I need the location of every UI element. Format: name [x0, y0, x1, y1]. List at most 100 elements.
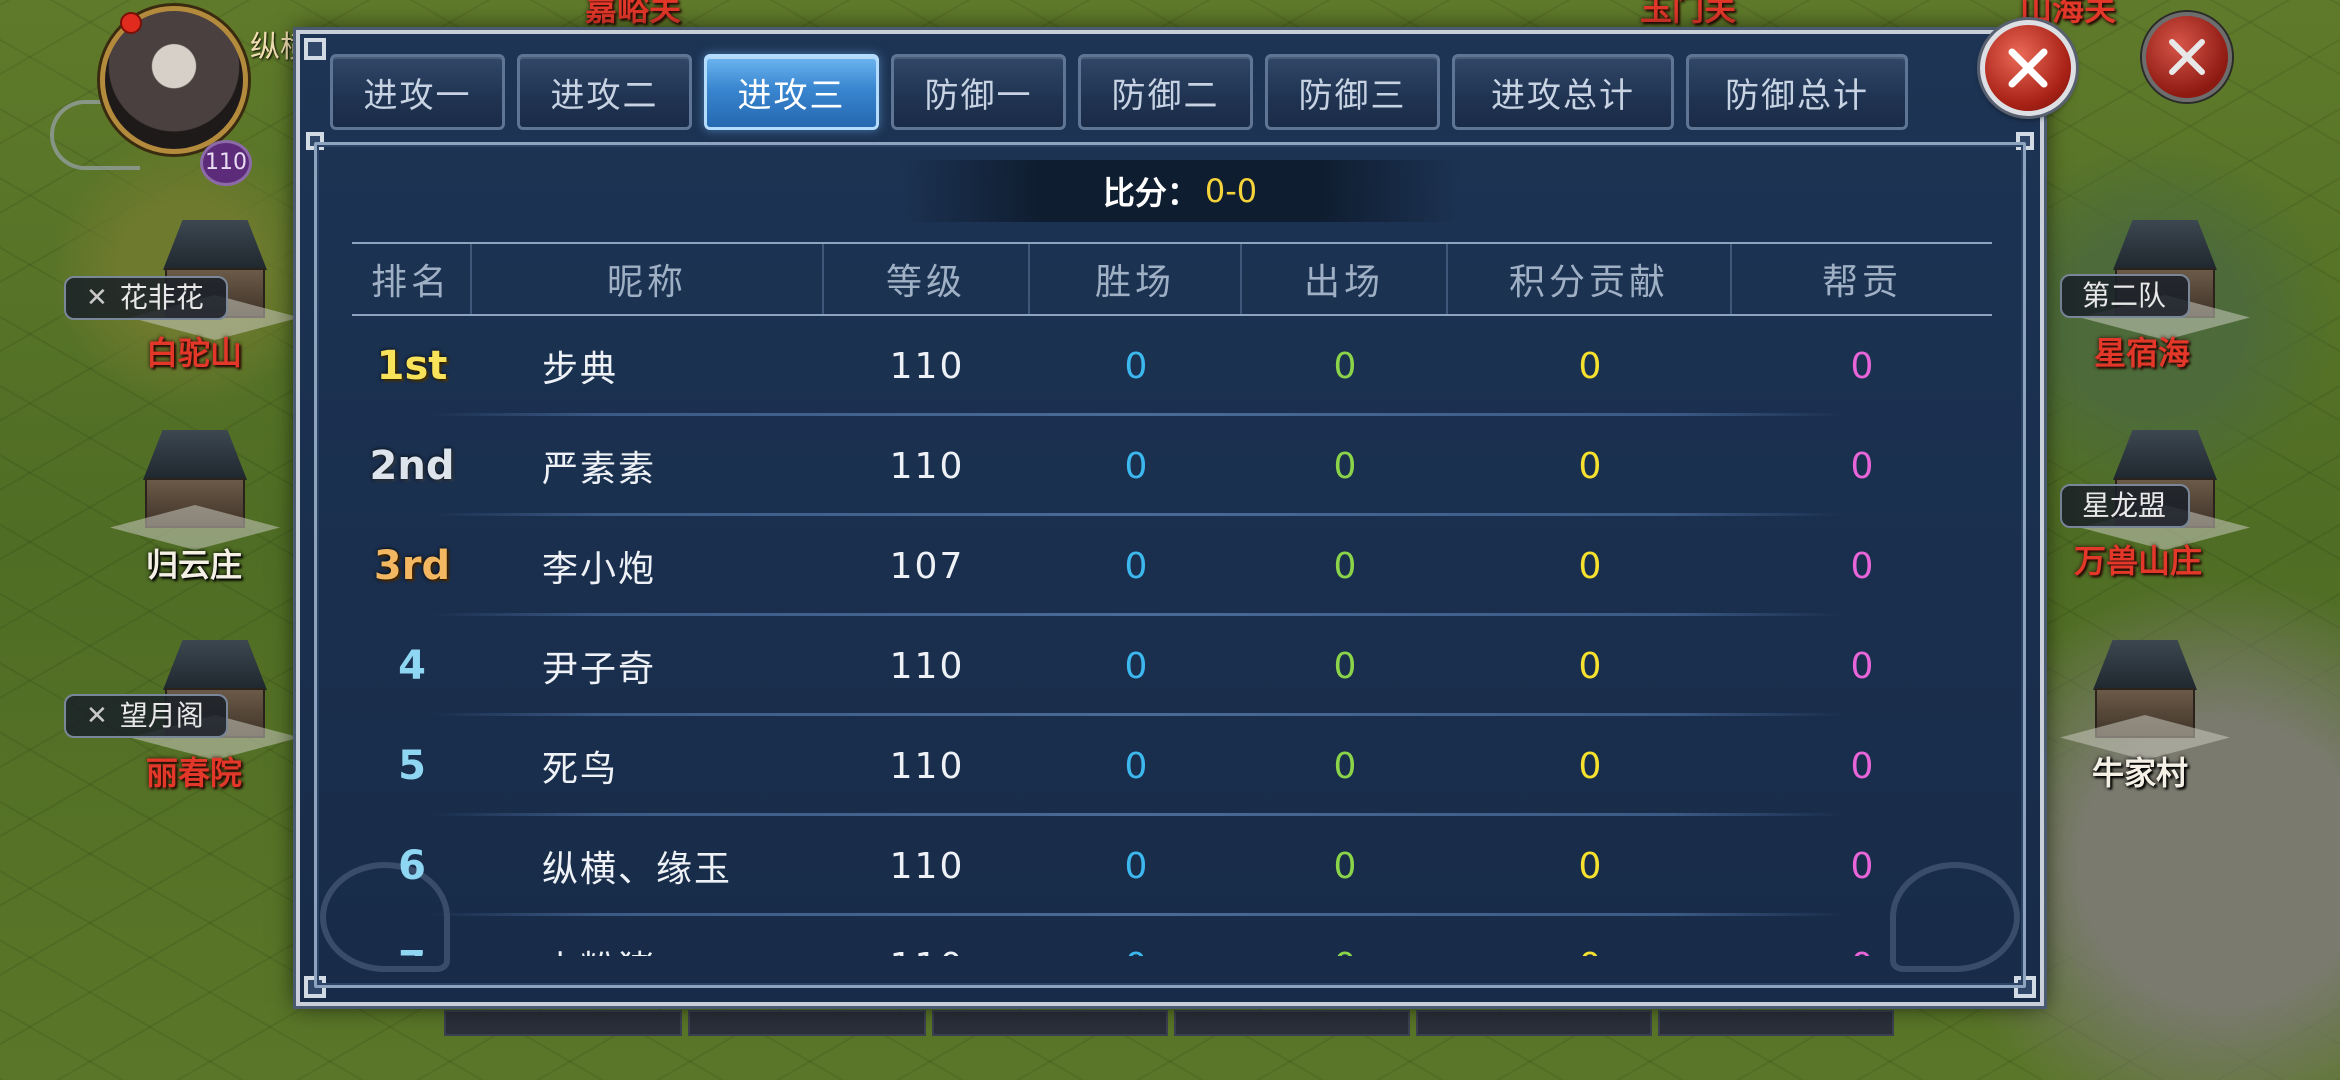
- table-row[interactable]: 5 死鸟 110 0 0 0 0: [352, 716, 1992, 816]
- header-rank: 排名: [352, 244, 472, 314]
- wins-cell: 0: [1124, 345, 1148, 387]
- gang-contribution-cell: 0: [1850, 545, 1874, 587]
- level-cell: 110: [889, 845, 965, 887]
- map-city-label[interactable]: 星宿海: [2094, 328, 2190, 374]
- appearances-cell: 0: [1333, 345, 1357, 387]
- table-header: 排名 昵称 等级 胜场 出场 积分贡献 帮贡: [352, 242, 1992, 316]
- level-cell: 110: [889, 345, 965, 387]
- close-button[interactable]: [1980, 20, 2076, 116]
- nickname-cell: 尹子奇: [542, 649, 657, 690]
- table-row[interactable]: 4 尹子奇 110 0 0 0 0: [352, 616, 1992, 716]
- level-cell: 107: [889, 545, 965, 587]
- points-cell: 0: [1578, 745, 1602, 787]
- appearances-cell: 0: [1333, 445, 1357, 487]
- map-city-label[interactable]: 白驼山: [146, 328, 242, 374]
- close-button-background[interactable]: [2142, 12, 2232, 102]
- rank-cell: 3rd: [373, 543, 451, 589]
- gang-contribution-cell: 0: [1850, 645, 1874, 687]
- tab-attack-3[interactable]: 进攻三: [704, 54, 879, 130]
- appearances-cell: 0: [1333, 545, 1357, 587]
- points-cell: 0: [1578, 645, 1602, 687]
- nickname-cell: 严素素: [542, 449, 657, 490]
- header-points: 积分贡献: [1448, 244, 1732, 314]
- rank-cell: 5: [398, 743, 426, 789]
- points-cell: 0: [1578, 845, 1602, 887]
- table-row[interactable]: 3rd 李小炮 107 0 0 0 0: [352, 516, 1992, 616]
- map-building[interactable]: [110, 420, 280, 550]
- wins-cell: 0: [1030, 946, 1242, 957]
- table-row[interactable]: 7 小粉猪 110 0 0 0 0: [352, 916, 1992, 956]
- dock-slot: [1174, 1010, 1410, 1036]
- map-city-label[interactable]: 玉门关: [1640, 0, 1736, 30]
- wins-cell: 0: [1124, 645, 1148, 687]
- dock-slot: [688, 1010, 926, 1036]
- crossed-swords-icon: ✕: [86, 701, 108, 731]
- map-city-label[interactable]: 归云庄: [146, 540, 242, 586]
- wins-cell: 0: [1124, 545, 1148, 587]
- points-cell: 0: [1578, 545, 1602, 587]
- score-display: 比分： 0-0: [900, 160, 1460, 222]
- rank-cell: 1st: [376, 343, 448, 389]
- nickname-cell: 死鸟: [542, 749, 619, 790]
- header-wins: 胜场: [1030, 244, 1242, 314]
- level-cell: 110: [889, 745, 965, 787]
- header-level: 等级: [824, 244, 1030, 314]
- tab-attack-1[interactable]: 进攻一: [330, 54, 505, 130]
- rank-cell: 7: [398, 943, 426, 956]
- gang-contribution-cell: 0: [1850, 845, 1874, 887]
- gang-contribution-cell: 0: [1850, 445, 1874, 487]
- nickname-cell: 李小炮: [542, 549, 657, 590]
- guild-name: 望月阁: [119, 699, 204, 732]
- ranking-table: 排名 昵称 等级 胜场 出场 积分贡献 帮贡 1st 步典 110 0 0 0 …: [352, 242, 1992, 956]
- nickname-cell: 小粉猪: [472, 940, 824, 956]
- map-city-label[interactable]: 丽春院: [146, 748, 242, 794]
- map-city-label[interactable]: 万兽山庄: [2074, 536, 2202, 582]
- dock-slot: [932, 1010, 1168, 1036]
- rank-cell: 6: [398, 843, 426, 889]
- gang-contribution-cell: 0: [1850, 745, 1874, 787]
- tab-attack-total[interactable]: 进攻总计: [1452, 54, 1674, 130]
- table-row[interactable]: 1st 步典 110 0 0 0 0: [352, 316, 1992, 416]
- appearances-cell: 0: [1333, 745, 1357, 787]
- rank-cell: 4: [398, 643, 426, 689]
- level-cell: 110: [889, 645, 965, 687]
- dock-slot: [1416, 1010, 1652, 1036]
- nickname-cell: 步典: [542, 349, 619, 390]
- map-guild-tag[interactable]: 星龙盟: [2060, 484, 2191, 528]
- tab-defense-total[interactable]: 防御总计: [1686, 54, 1908, 130]
- notification-dot: [120, 12, 142, 34]
- map-guild-tag[interactable]: ✕ 望月阁: [64, 694, 228, 738]
- map-city-label[interactable]: 牛家村: [2092, 748, 2188, 794]
- map-guild-tag[interactable]: ✕ 花非花: [64, 276, 228, 320]
- header-appearances: 出场: [1242, 244, 1448, 314]
- table-row[interactable]: 6 纵横、缘玉 110 0 0 0 0: [352, 816, 1992, 916]
- tab-bar: 进攻一 进攻二 进攻三 防御一 防御二 防御三 进攻总计 防御总计: [330, 54, 1908, 130]
- wins-cell: 0: [1124, 845, 1148, 887]
- map-building[interactable]: [2060, 630, 2230, 760]
- crossed-swords-icon: ✕: [86, 283, 108, 313]
- score-value: 0-0: [1204, 172, 1258, 210]
- score-label: 比分：: [1102, 174, 1199, 212]
- map-building[interactable]: [130, 210, 300, 340]
- tab-defense-1[interactable]: 防御一: [891, 54, 1066, 130]
- guild-name: 第二队: [2082, 279, 2167, 312]
- wins-cell: 0: [1124, 445, 1148, 487]
- close-icon: [2169, 39, 2205, 75]
- table-row[interactable]: 2nd 严素素 110 0 0 0 0: [352, 416, 1992, 516]
- tab-defense-3[interactable]: 防御三: [1265, 54, 1440, 130]
- rank-cell: 2nd: [369, 443, 455, 489]
- tab-attack-2[interactable]: 进攻二: [517, 54, 692, 130]
- guild-name: 星龙盟: [2082, 489, 2167, 522]
- tab-defense-2[interactable]: 防御二: [1078, 54, 1253, 130]
- appearances-cell: 0: [1242, 946, 1448, 957]
- battle-stats-panel: 进攻一 进攻二 进攻三 防御一 防御二 防御三 进攻总计 防御总计 比分： 0-…: [296, 20, 2076, 1006]
- appearances-cell: 0: [1333, 845, 1357, 887]
- guild-name: 花非花: [119, 281, 204, 314]
- map-city-label[interactable]: 嘉峪关: [585, 0, 681, 30]
- points-cell: 0: [1578, 445, 1602, 487]
- map-guild-tag[interactable]: 第二队: [2060, 274, 2191, 318]
- level-cell: 110: [889, 445, 965, 487]
- header-nickname: 昵称: [472, 244, 824, 314]
- close-icon: [2008, 48, 2048, 88]
- table-body[interactable]: 1st 步典 110 0 0 0 0 2nd 严素素 110 0 0 0 0 3…: [352, 316, 1992, 956]
